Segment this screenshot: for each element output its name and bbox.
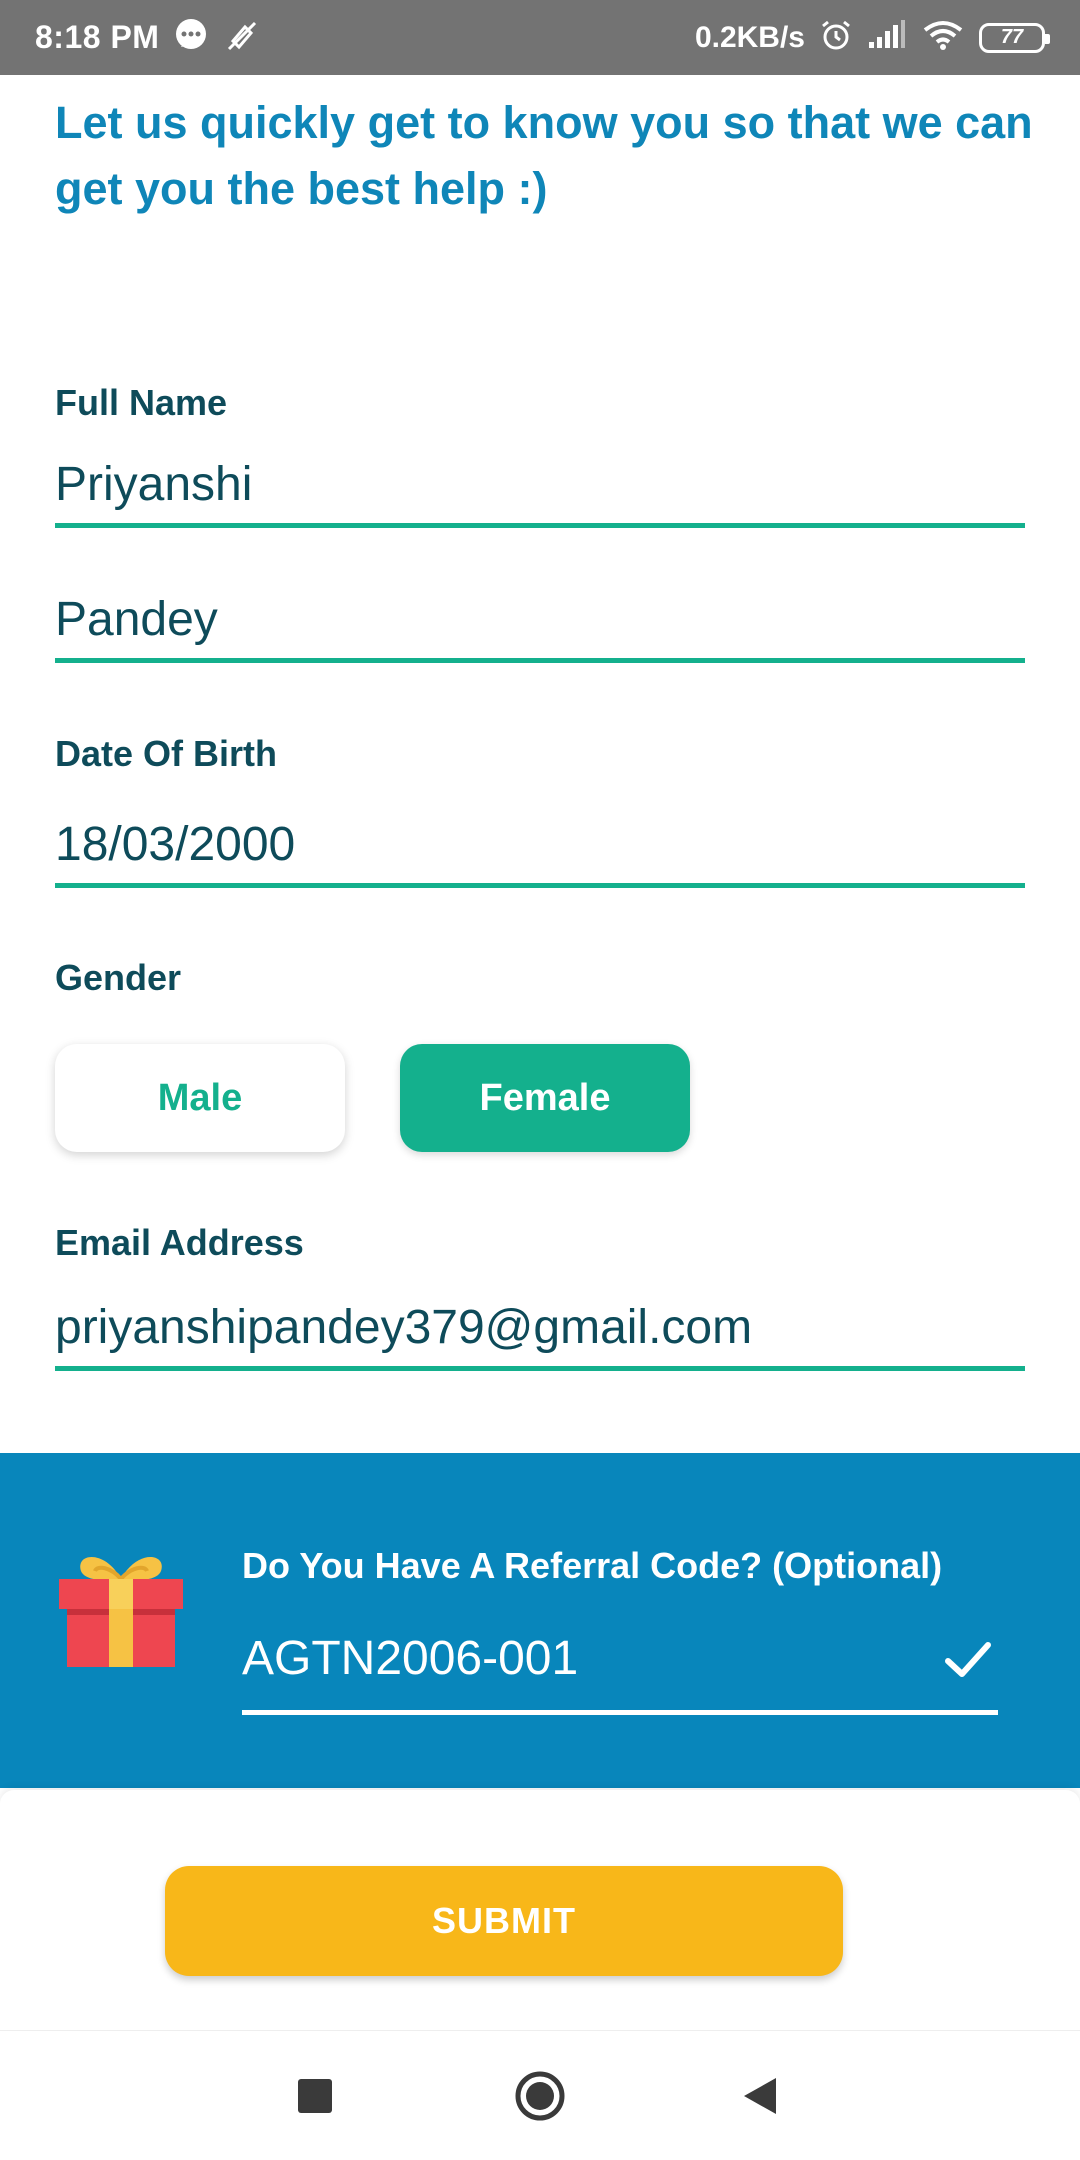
dob-label: Date Of Birth xyxy=(55,733,278,774)
referral-code-value: AGTN2006-001 xyxy=(242,1632,579,1685)
status-time: 8:18 PM xyxy=(35,19,160,55)
last-name-value: Pandey xyxy=(55,593,218,646)
wifi-icon xyxy=(921,18,965,57)
email-label: Email Address xyxy=(55,1222,304,1263)
last-name-field[interactable]: Pandey xyxy=(55,590,1025,663)
referral-section: Do You Have A Referral Code? (Optional) … xyxy=(0,1453,1080,1788)
status-bar: 8:18 PM 0.2KB/s 77 xyxy=(0,0,1080,75)
dob-field[interactable]: 18/03/2000 xyxy=(55,815,1025,888)
email-value: priyanshipandey379@gmail.com xyxy=(55,1301,753,1354)
check-icon xyxy=(942,1633,994,1685)
referral-code-field[interactable]: AGTN2006-001 xyxy=(242,1629,998,1715)
gender-male-button[interactable]: Male xyxy=(55,1044,345,1152)
first-name-field[interactable]: Priyanshi xyxy=(55,455,1025,528)
signal-icon xyxy=(867,20,907,55)
gender-label: Gender xyxy=(55,957,182,998)
full-name-label: Full Name xyxy=(55,382,228,423)
navigation-bar xyxy=(0,2030,1080,2160)
first-name-value: Priyanshi xyxy=(55,458,253,511)
mute-icon xyxy=(223,17,259,58)
submit-button[interactable]: SUBMIT xyxy=(165,1866,843,1976)
battery-icon: 77 xyxy=(979,22,1050,53)
gift-icon xyxy=(55,1539,187,1671)
email-field[interactable]: priyanshipandey379@gmail.com xyxy=(55,1298,1025,1371)
alarm-icon xyxy=(819,18,853,57)
back-triangle-icon[interactable] xyxy=(700,2031,820,2160)
home-circle-icon[interactable] xyxy=(480,2031,600,2160)
chat-bubble-icon xyxy=(173,17,209,58)
recents-square-icon[interactable] xyxy=(255,2031,375,2160)
gender-female-button[interactable]: Female xyxy=(400,1044,690,1152)
dob-value: 18/03/2000 xyxy=(55,818,296,871)
intro-text: Let us quickly get to know you so that w… xyxy=(55,97,1033,214)
network-speed: 0.2KB/s xyxy=(694,20,805,54)
referral-label: Do You Have A Referral Code? (Optional) xyxy=(242,1545,943,1586)
